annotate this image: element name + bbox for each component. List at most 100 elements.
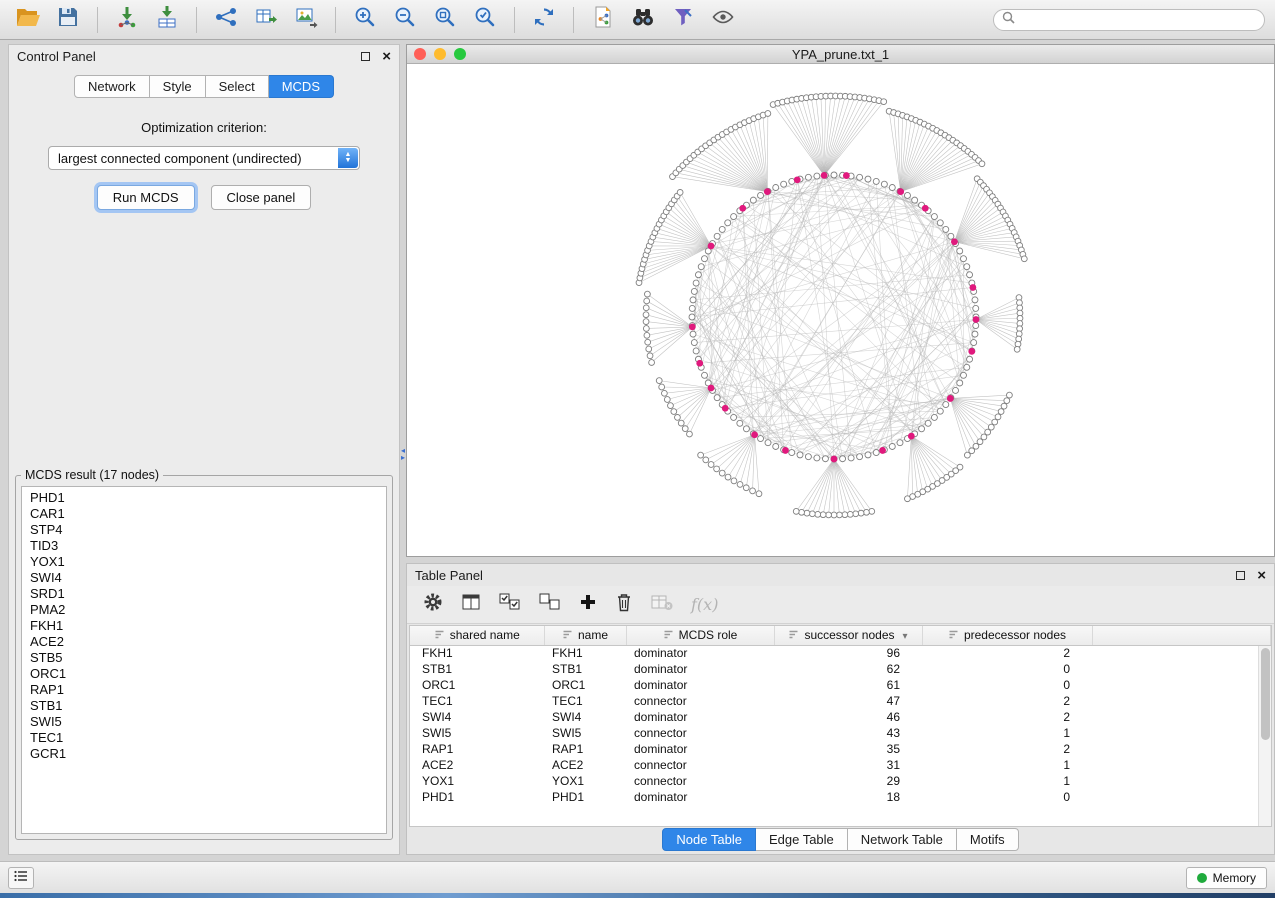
toolbar-separator xyxy=(97,7,98,33)
tab-select[interactable]: Select xyxy=(206,75,269,98)
show-columns-button[interactable] xyxy=(461,592,481,617)
mcds-result-node[interactable]: TID3 xyxy=(22,538,386,554)
export-network-button[interactable] xyxy=(208,4,244,36)
column-header-predecessor-nodes[interactable]: predecessor nodes xyxy=(922,626,1092,645)
table-cell: 46 xyxy=(774,709,922,725)
mcds-result-node[interactable]: SWI4 xyxy=(22,570,386,586)
table-cell: ACE2 xyxy=(544,757,626,773)
table-row[interactable]: RAP1RAP1dominator352 xyxy=(410,741,1271,757)
float-icon[interactable] xyxy=(361,52,370,61)
table-row[interactable]: SWI5SWI5connector431 xyxy=(410,725,1271,741)
table-cell: dominator xyxy=(626,661,774,677)
table-row[interactable]: YOX1YOX1connector291 xyxy=(410,773,1271,789)
mcds-result-node[interactable]: PHD1 xyxy=(22,490,386,506)
table-row[interactable]: TEC1TEC1connector472 xyxy=(410,693,1271,709)
refresh-network-button[interactable] xyxy=(526,4,562,36)
tab-node-table[interactable]: Node Table xyxy=(662,828,756,851)
mcds-result-node[interactable]: STB1 xyxy=(22,698,386,714)
open-session-button[interactable] xyxy=(10,4,46,36)
mcds-result-node[interactable]: PMA2 xyxy=(22,602,386,618)
zoom-out-icon xyxy=(393,5,417,34)
table-row[interactable]: SWI4SWI4dominator462 xyxy=(410,709,1271,725)
network-canvas[interactable] xyxy=(407,64,1274,556)
add-column-button[interactable] xyxy=(579,593,597,616)
network-window-titlebar[interactable]: YPA_prune.txt_1 xyxy=(407,45,1274,64)
window-maximize-icon[interactable] xyxy=(454,48,466,60)
close-icon[interactable]: × xyxy=(382,49,391,64)
network-view[interactable] xyxy=(407,64,1274,556)
mcds-result-node[interactable]: STB5 xyxy=(22,650,386,666)
mcds-result-node[interactable]: YOX1 xyxy=(22,554,386,570)
column-header-shared-name[interactable]: shared name xyxy=(410,626,544,645)
table-row[interactable]: STB1STB1dominator620 xyxy=(410,661,1271,677)
export-image-button[interactable] xyxy=(288,4,324,36)
share-document-icon xyxy=(592,5,614,34)
zoom-fit-button[interactable] xyxy=(427,4,463,36)
tab-edge-table[interactable]: Edge Table xyxy=(756,828,848,851)
mcds-result-node[interactable]: ACE2 xyxy=(22,634,386,650)
zoom-out-button[interactable] xyxy=(387,4,423,36)
gear-icon xyxy=(423,592,443,617)
import-network-button[interactable] xyxy=(109,4,145,36)
import-table-button[interactable] xyxy=(149,4,185,36)
mcds-result-node[interactable]: ORC1 xyxy=(22,666,386,682)
window-minimize-icon[interactable] xyxy=(434,48,446,60)
table-cell: 0 xyxy=(922,661,1092,677)
mcds-result-node[interactable]: STP4 xyxy=(22,522,386,538)
panel-menu-button[interactable] xyxy=(8,867,34,889)
search-input[interactable] xyxy=(1021,12,1256,28)
column-header-name[interactable]: name xyxy=(544,626,626,645)
memory-button[interactable]: Memory xyxy=(1186,867,1267,889)
column-header-MCDS-role[interactable]: MCDS role xyxy=(626,626,774,645)
table-cell: 18 xyxy=(774,789,922,805)
table-row[interactable]: PHD1PHD1dominator180 xyxy=(410,789,1271,805)
mcds-result-node[interactable]: FKH1 xyxy=(22,618,386,634)
scrollbar-thumb[interactable] xyxy=(1261,648,1270,740)
mcds-result-node[interactable]: GCR1 xyxy=(22,746,386,762)
mcds-result-node[interactable]: RAP1 xyxy=(22,682,386,698)
control-panel-tabs: NetworkStyleSelectMCDS xyxy=(9,75,399,98)
float-icon[interactable] xyxy=(1236,571,1245,580)
tab-motifs[interactable]: Motifs xyxy=(957,828,1019,851)
show-hide-button[interactable] xyxy=(705,4,741,36)
mcds-result-list[interactable]: PHD1CAR1STP4TID3YOX1SWI4SRD1PMA2FKH1ACE2… xyxy=(21,486,387,834)
tab-style[interactable]: Style xyxy=(150,75,206,98)
columns-icon xyxy=(461,592,481,617)
share-document-button[interactable] xyxy=(585,4,621,36)
table-cell: 1 xyxy=(922,757,1092,773)
close-panel-button[interactable]: Close panel xyxy=(211,185,312,210)
select-all-button[interactable] xyxy=(499,592,521,617)
mcds-result-node[interactable]: CAR1 xyxy=(22,506,386,522)
table-cell: ORC1 xyxy=(544,677,626,693)
zoom-in-button[interactable] xyxy=(347,4,383,36)
export-table-button[interactable] xyxy=(248,4,284,36)
tab-network[interactable]: Network xyxy=(74,75,150,98)
run-mcds-button[interactable]: Run MCDS xyxy=(97,185,195,210)
global-search-field[interactable] xyxy=(993,9,1265,31)
refresh-icon xyxy=(532,5,556,34)
deselect-all-button[interactable] xyxy=(539,592,561,617)
column-header-successor-nodes[interactable]: successor nodes▾ xyxy=(774,626,922,645)
filter-button[interactable] xyxy=(665,4,701,36)
function-builder-button[interactable]: f(x) xyxy=(691,595,718,614)
mcds-result-node[interactable]: SRD1 xyxy=(22,586,386,602)
delete-column-button[interactable] xyxy=(615,592,633,617)
table-row[interactable]: ORC1ORC1dominator610 xyxy=(410,677,1271,693)
table-vertical-scrollbar[interactable] xyxy=(1258,646,1271,826)
tab-network-table[interactable]: Network Table xyxy=(848,828,957,851)
table-cell: 35 xyxy=(774,741,922,757)
table-cell: SWI4 xyxy=(410,709,544,725)
search-network-button[interactable] xyxy=(625,4,661,36)
save-session-button[interactable] xyxy=(50,4,86,36)
mcds-result-node[interactable]: SWI5 xyxy=(22,714,386,730)
toolbar-separator xyxy=(196,7,197,33)
zoom-selected-button[interactable] xyxy=(467,4,503,36)
tab-mcds[interactable]: MCDS xyxy=(269,75,334,98)
window-close-icon[interactable] xyxy=(414,48,426,60)
table-settings-button[interactable] xyxy=(423,592,443,617)
criterion-dropdown[interactable]: largest connected component (undirected)… xyxy=(48,146,360,170)
table-row[interactable]: ACE2ACE2connector311 xyxy=(410,757,1271,773)
close-icon[interactable]: × xyxy=(1257,568,1266,583)
mcds-result-node[interactable]: TEC1 xyxy=(22,730,386,746)
table-row[interactable]: FKH1FKH1dominator962 xyxy=(410,645,1271,661)
